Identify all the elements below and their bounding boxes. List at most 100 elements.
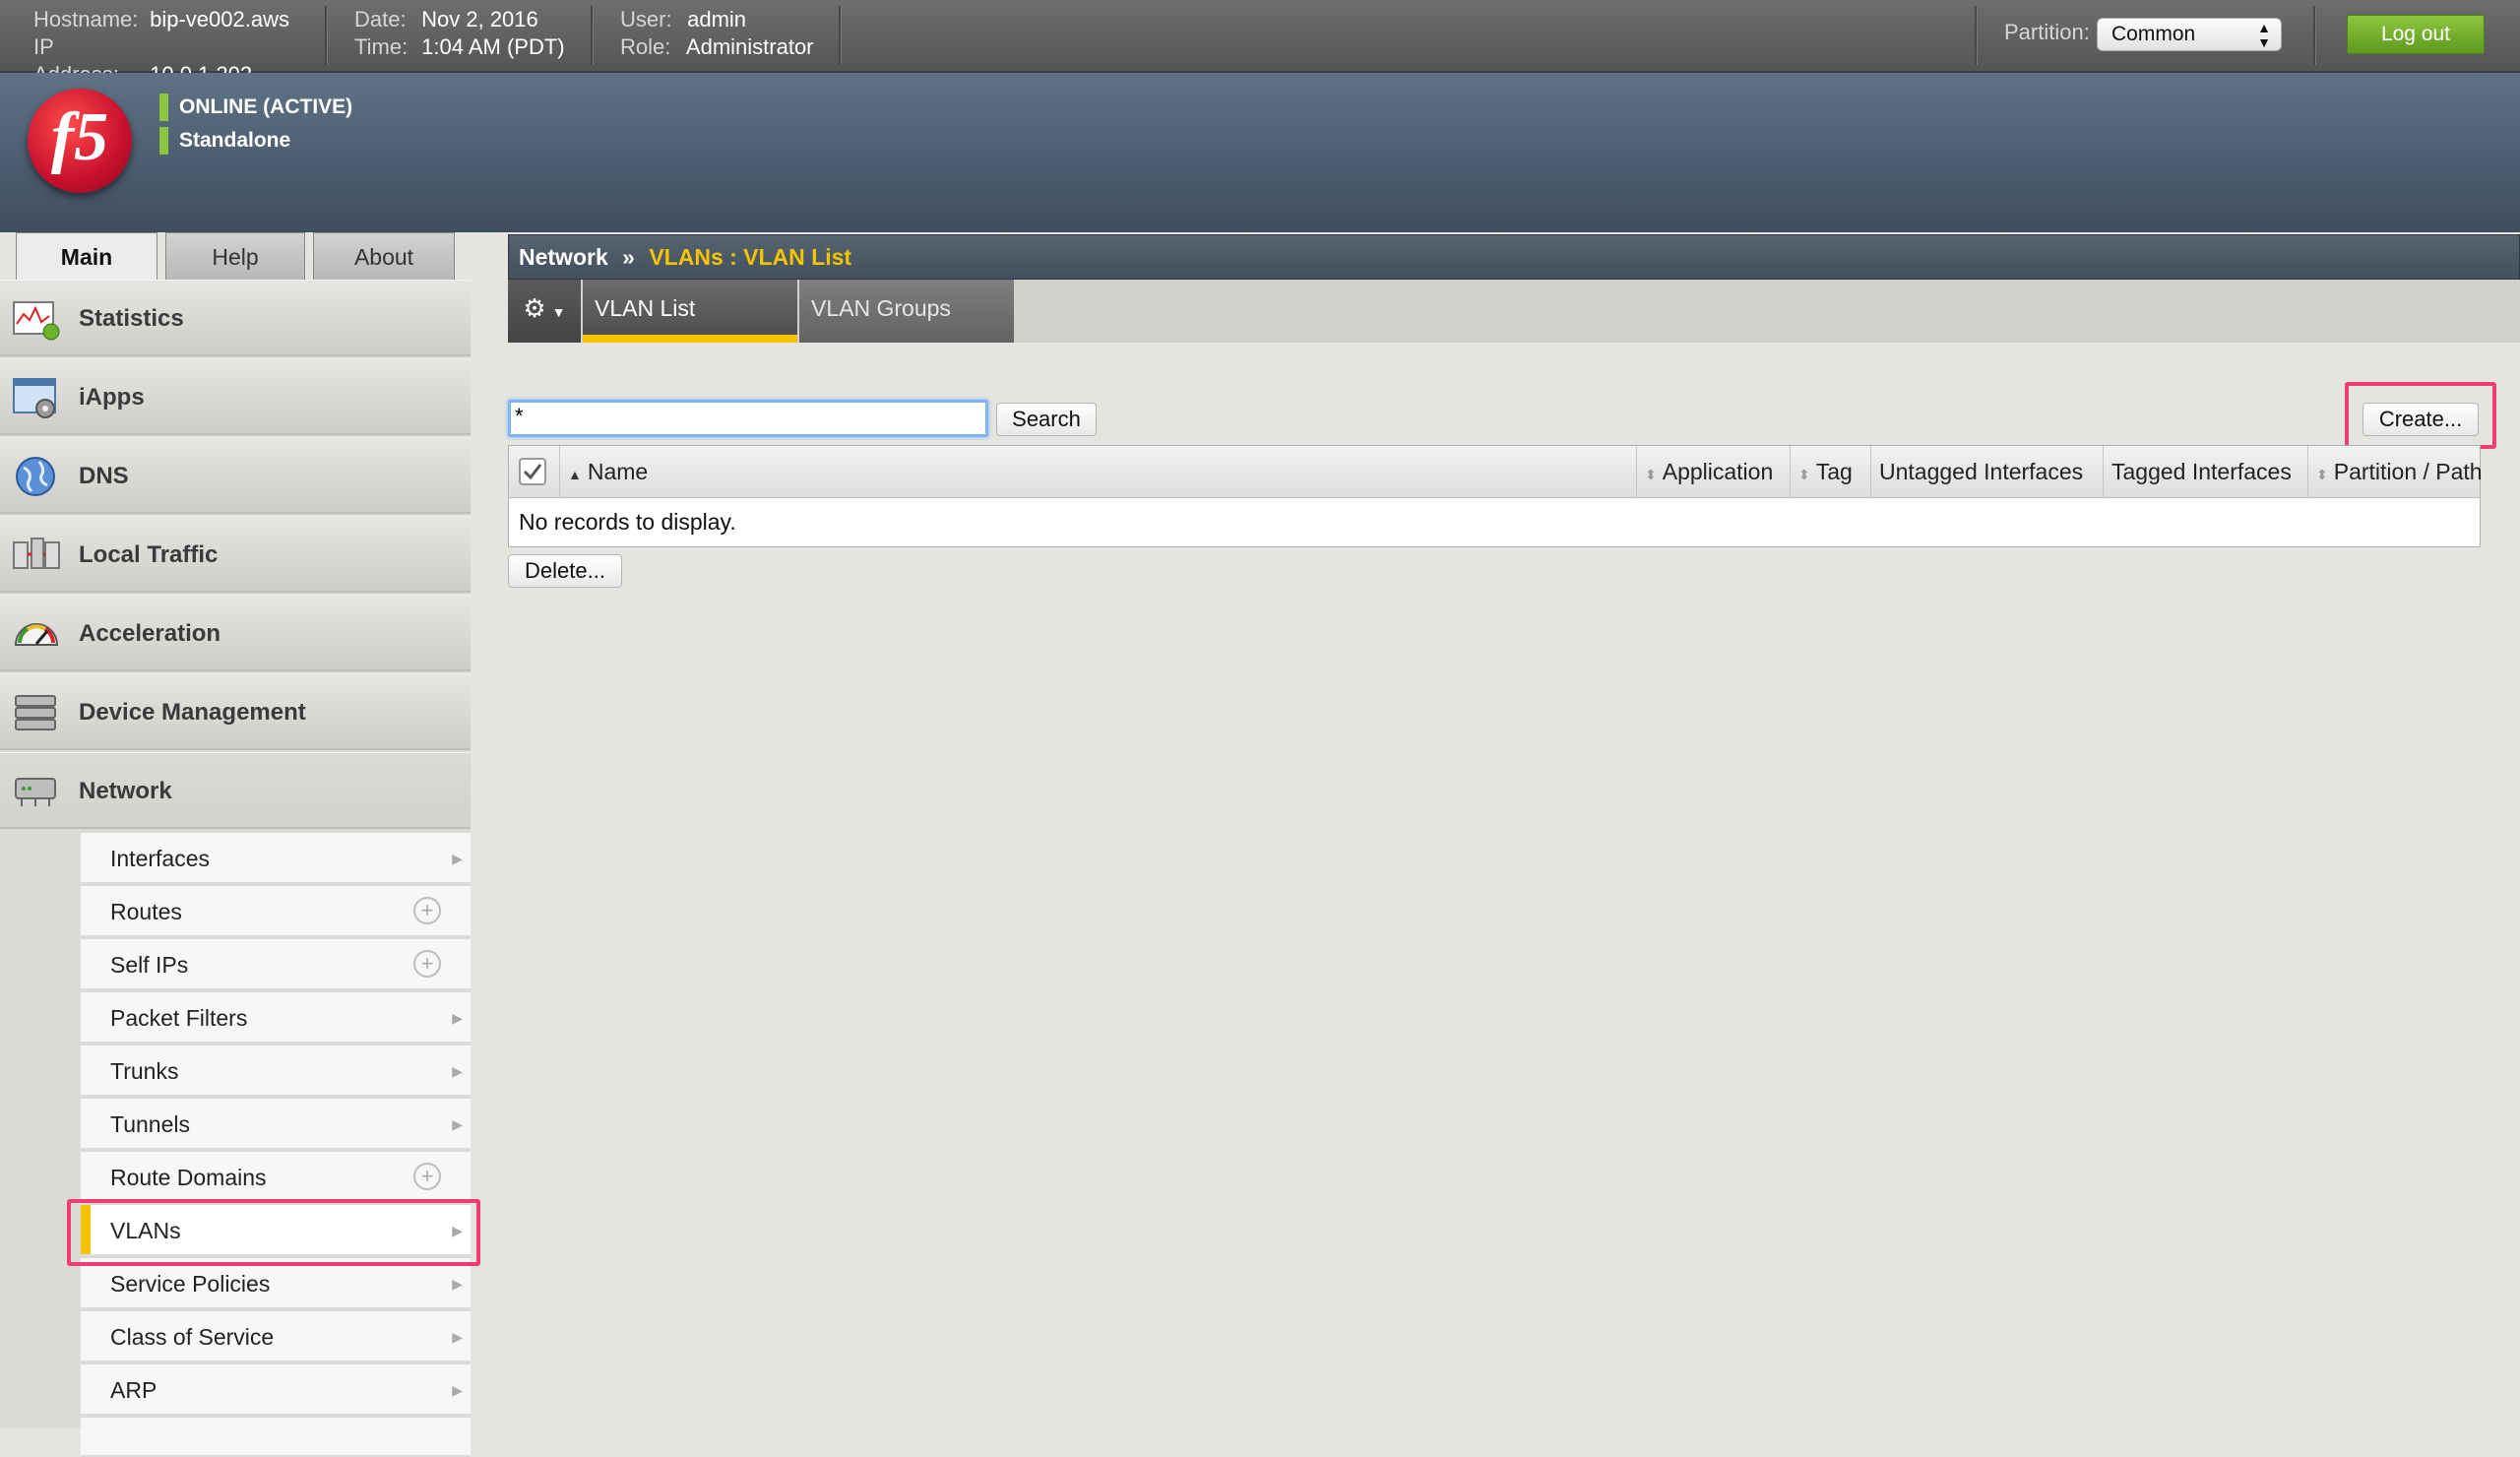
top-bar-divider [591,6,594,65]
module-statistics[interactable]: Statistics [0,280,471,356]
table-header: ▲ Name ⬍ Application ⬍ Tag Untagged Interfa… [509,446,2483,498]
logout-button[interactable]: Log out [2347,15,2485,54]
header-banner [0,73,2520,232]
arrow-right-icon: ▶ [452,1329,463,1345]
column-tag[interactable]: ⬍ Tag [1791,446,1871,497]
role-value: Administrator [685,34,814,59]
arrow-right-icon: ▶ [452,851,463,866]
submenu-item-tunnels[interactable]: Tunnels ▶ [81,1099,471,1150]
breadcrumb-current: VLANs : VLAN List [649,244,852,270]
submenu-item-label: Interfaces [110,846,210,871]
module-dns[interactable]: DNS [0,437,471,514]
column-label: Partition / Path [2333,459,2483,484]
speedometer-icon [14,623,59,646]
submenu-item-arp[interactable]: ARP ▶ [81,1364,471,1416]
local-traffic-icon [13,538,60,569]
submenu-item-self-ips[interactable]: Self IPs + [81,939,471,990]
module-local-traffic[interactable]: Local Traffic [0,516,471,593]
select-all-checkbox[interactable] [509,446,560,497]
delete-button[interactable]: Delete... [508,554,622,588]
submenu-item-label: Routes [110,899,182,924]
role-label: Role: [620,34,671,59]
user-value: admin [687,7,747,32]
add-circle-icon[interactable]: + [413,897,441,924]
column-tagged-interfaces[interactable]: Tagged Interfaces [2104,446,2308,497]
partition-select[interactable]: Common ▲ ▼ [2097,18,2282,51]
column-label: Tagged Interfaces [2111,459,2292,484]
f5-logo: f5 [28,89,132,193]
time-value: 1:04 AM (PDT) [421,34,565,59]
checkbox-checked-icon [519,458,546,485]
tab-vlan-list[interactable]: VLAN List [583,280,797,343]
dns-globe-icon [16,457,55,496]
date-info: Date: Nov 2, 2016 Time: 1:04 AM (PDT) [354,6,565,61]
submenu-item-label: Self IPs [110,952,189,978]
tab-help[interactable]: Help [165,232,305,280]
submenu-item-label: ARP [110,1377,158,1403]
module-network[interactable]: Network [0,752,471,829]
search-button[interactable]: Search [996,403,1097,436]
sort-icon: ⬍ [1798,467,1810,482]
search-input[interactable]: * [508,400,988,437]
select-arrows-icon: ▲ ▼ [2257,20,2271,50]
sort-asc-icon: ▲ [568,467,582,482]
arrow-right-icon: ▶ [452,1010,463,1026]
add-circle-icon[interactable]: + [413,950,441,978]
top-bar: Hostname: bip-ve002.aws IP Address: 10.0… [0,0,2520,87]
column-label: Tag [1815,459,1853,484]
submenu-item-partial[interactable] [81,1418,471,1457]
submenu-item-trunks[interactable]: Trunks ▶ [81,1045,471,1097]
tab-main[interactable]: Main [16,232,158,282]
device-management-icon [15,695,56,730]
add-circle-icon[interactable]: + [413,1163,441,1190]
top-bar-divider [325,6,328,65]
submenu-item-interfaces[interactable]: Interfaces ▶ [81,833,471,884]
module-label: iApps [79,384,145,411]
partition-label: Partition: [2004,20,2090,44]
column-untagged-interfaces[interactable]: Untagged Interfaces [1871,446,2104,497]
module-iapps[interactable]: iApps [0,358,471,435]
subtab-bar: ⚙ ▼ VLAN List VLAN Groups [508,280,2520,343]
submenu-item-label: Class of Service [110,1324,275,1350]
date-value: Nov 2, 2016 [421,7,538,32]
status-online: ONLINE (ACTIVE) [159,94,352,121]
time-label: Time: [354,34,409,59]
vlan-table: ▲ Name ⬍ Application ⬍ Tag Untagged Interfa… [508,445,2483,547]
submenu-item-class-of-service[interactable]: Class of Service ▶ [81,1311,471,1362]
module-label: Network [79,778,172,804]
create-button[interactable]: Create... [2362,403,2479,436]
gear-menu[interactable]: ⚙ ▼ [508,280,581,343]
module-label: Acceleration [79,620,221,647]
column-label: Untagged Interfaces [1879,459,2084,484]
module-device-management[interactable]: Device Management [0,673,471,750]
top-bar-divider [839,6,842,65]
submenu-item-route-domains[interactable]: Route Domains + [81,1152,471,1203]
submenu-item-packet-filters[interactable]: Packet Filters ▶ [81,992,471,1044]
breadcrumb-root[interactable]: Network [519,244,608,270]
submenu-item-label: Packet Filters [110,1005,248,1031]
arrow-right-icon: ▶ [452,1382,463,1398]
breadcrumb-separator: » [622,244,635,270]
tab-vlan-groups[interactable]: VLAN Groups [799,280,1014,343]
column-partition-path[interactable]: ⬍ Partition / Path [2308,446,2483,497]
arrow-right-icon: ▶ [452,1063,463,1079]
status-standalone: Standalone [159,127,290,155]
gear-icon: ⚙ [523,293,546,323]
column-name[interactable]: ▲ Name [560,446,1637,497]
hostname-label: Hostname: [33,7,139,32]
column-label: Application [1662,459,1774,484]
module-acceleration[interactable]: Acceleration [0,595,471,671]
statistics-icon [13,301,60,341]
top-bar-divider [2313,6,2316,65]
empty-message: No records to display. [519,509,736,535]
sort-icon: ⬍ [2316,467,2328,482]
module-label: DNS [79,463,129,489]
top-bar-divider [1975,6,1978,65]
arrow-right-icon: ▶ [452,1116,463,1132]
tab-about[interactable]: About [313,232,455,280]
column-label: Name [587,459,649,484]
module-label: Local Traffic [79,541,219,568]
vlans-highlight [67,1199,480,1266]
submenu-item-routes[interactable]: Routes + [81,886,471,937]
column-application[interactable]: ⬍ Application [1637,446,1791,497]
